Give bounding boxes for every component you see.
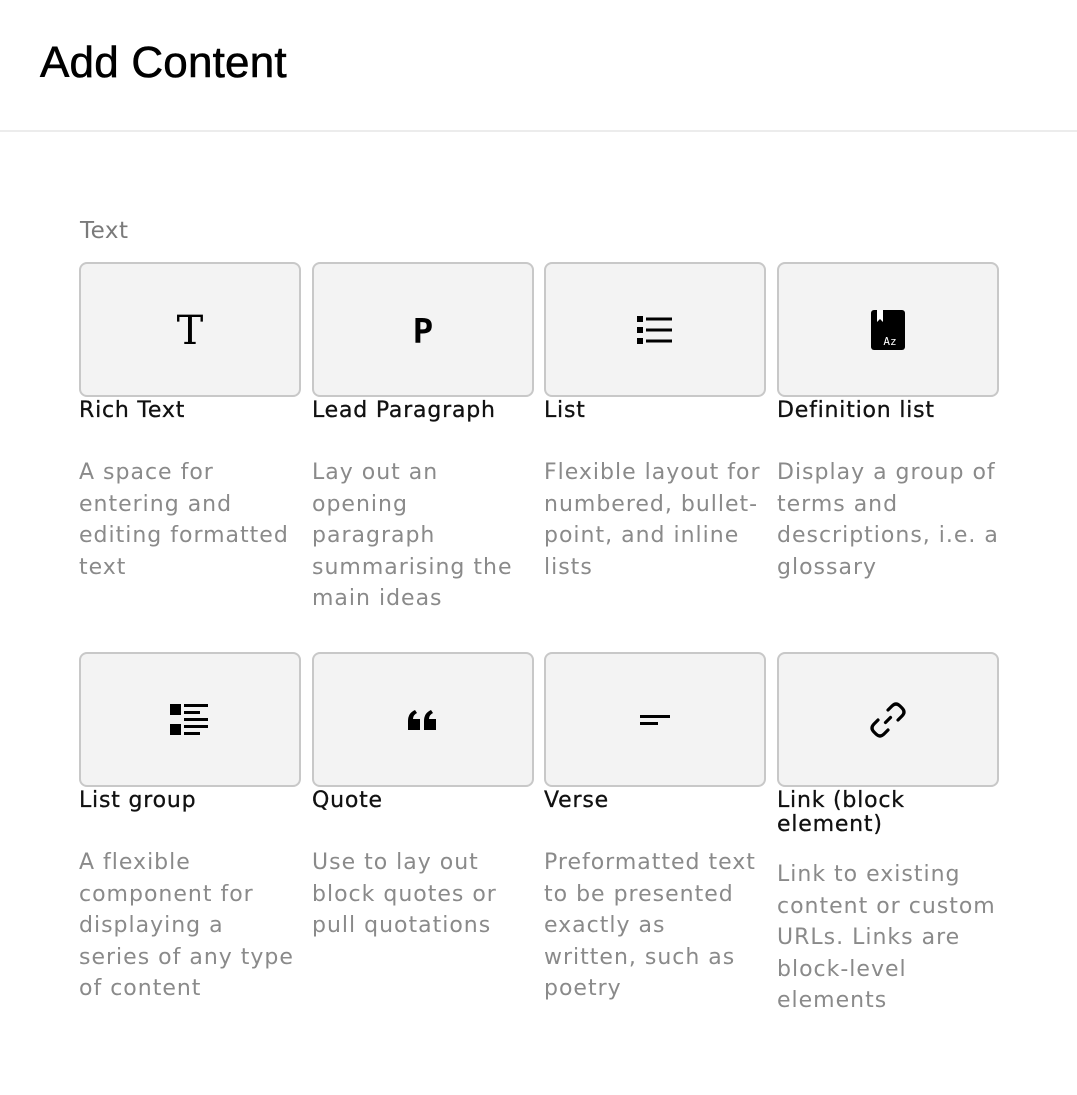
rich-text-icon: T (177, 310, 204, 350)
section-label-text: Text (80, 218, 129, 244)
block-rich-text[interactable]: T Rich Text A space for entering and edi… (79, 262, 301, 583)
tile-definition-list[interactable]: Az (777, 262, 999, 397)
tile-list-group[interactable] (79, 652, 301, 787)
block-description: Use to lay out block quotes or pull quot… (312, 850, 497, 938)
block-description: Link to existing content or custom URLs.… (777, 862, 996, 1013)
block-description: A space for entering and editing formatt… (79, 460, 289, 580)
block-title: Lead Paragraph (312, 398, 496, 423)
block-quote[interactable]: Quote Use to lay out block quotes or pul… (312, 652, 534, 942)
link-icon (870, 701, 906, 738)
header: Add Content (0, 0, 1077, 132)
paragraph-icon: P (413, 312, 433, 350)
quote-icon (408, 709, 436, 730)
block-title: List group (79, 788, 197, 813)
tile-quote[interactable] (312, 652, 534, 787)
tile-lead-paragraph[interactable]: P (312, 262, 534, 397)
block-list-group[interactable]: List group A flexible component for disp… (79, 652, 301, 1005)
glossary-book-icon: Az (871, 309, 905, 350)
svg-text:P: P (413, 312, 433, 350)
list-icon (637, 315, 672, 344)
block-description: Preformatted text to be presented exactl… (544, 850, 756, 1001)
list-group-icon (170, 703, 208, 735)
block-title: Quote (312, 788, 383, 813)
tile-verse[interactable] (544, 652, 766, 787)
block-description: Lay out an opening paragraph summarising… (312, 460, 513, 611)
block-description: Flexible layout for numbered, bullet-poi… (544, 460, 761, 580)
svg-text:T: T (177, 310, 204, 350)
page-title: Add Content (40, 38, 287, 88)
tile-list[interactable] (544, 262, 766, 397)
block-link[interactable]: Link (block element) Link to existing co… (777, 652, 999, 1017)
block-definition-list[interactable]: Az Definition list Display a group of te… (777, 262, 999, 583)
block-title: Link (block element) (777, 788, 905, 837)
block-description: A flexible component for displaying a se… (79, 850, 294, 1001)
svg-text:Az: Az (883, 335, 896, 348)
block-lead-paragraph[interactable]: P Lead Paragraph Lay out an opening para… (312, 262, 534, 615)
block-list[interactable]: List Flexible layout for numbered, bulle… (544, 262, 766, 583)
block-title: Definition list (777, 398, 935, 423)
block-verse[interactable]: Verse Preformatted text to be presented … (544, 652, 766, 1005)
block-title: Rich Text (79, 398, 186, 423)
tile-link[interactable] (777, 652, 999, 787)
verse-icon (640, 714, 670, 725)
block-description: Display a group of terms and description… (777, 460, 999, 580)
block-title: List (544, 398, 586, 423)
block-title: Verse (544, 788, 609, 813)
tile-rich-text[interactable]: T (79, 262, 301, 397)
